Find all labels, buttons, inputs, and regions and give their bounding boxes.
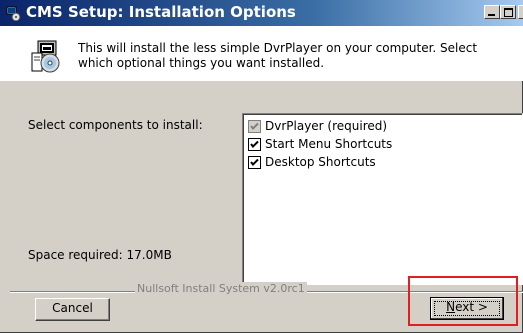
component-label: Start Menu Shortcuts	[265, 137, 393, 151]
next-highlight-box	[408, 276, 518, 326]
close-button[interactable]	[518, 5, 523, 19]
nsis-branding: Nullsoft Install System v2.0rc1	[135, 282, 307, 295]
title-bar[interactable]: CMS Setup: Installation Options	[0, 0, 523, 26]
components-list[interactable]: DvrPlayer (required) Start Menu Shortcut…	[242, 113, 523, 285]
installer-app-icon	[6, 6, 21, 21]
checkbox-dvrplayer	[248, 120, 261, 133]
check-icon	[250, 122, 259, 130]
checkbox-start-menu[interactable]	[248, 138, 261, 151]
window-title: CMS Setup: Installation Options	[26, 3, 296, 21]
header-panel: This will install the less simple DvrPla…	[0, 26, 523, 81]
component-label: Desktop Shortcuts	[265, 155, 376, 169]
maximize-button[interactable]	[500, 5, 516, 19]
setup-window: CMS Setup: Installation Options This wil…	[0, 0, 523, 333]
select-components-label: Select components to install:	[28, 118, 203, 132]
cancel-button[interactable]: Cancel	[35, 298, 110, 321]
header-description: This will install the less simple DvrPla…	[78, 41, 478, 70]
component-label: DvrPlayer (required)	[265, 119, 388, 133]
header-divider	[0, 80, 523, 81]
minimize-button[interactable]	[484, 5, 500, 19]
components-list-inner: DvrPlayer (required) Start Menu Shortcut…	[243, 114, 522, 284]
check-icon	[250, 140, 259, 148]
install-disk-icon	[31, 40, 60, 73]
checkbox-desktop[interactable]	[248, 156, 261, 169]
check-icon	[250, 158, 259, 166]
space-required-label: Space required: 17.0MB	[28, 248, 172, 262]
